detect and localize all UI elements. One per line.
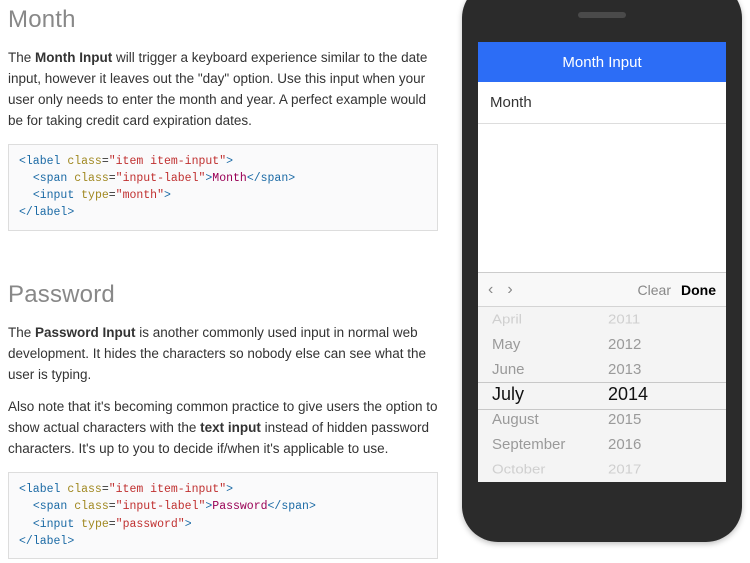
text: The bbox=[8, 50, 35, 65]
phone-screen: Month Input Month ‹ › Clear Done April M… bbox=[478, 42, 726, 482]
year-wheel[interactable]: 2011 2012 2013 2014 2015 2016 2017 bbox=[602, 307, 726, 482]
wheel-item: June bbox=[478, 357, 602, 382]
picker-panel: ‹ › Clear Done April May June July Augus… bbox=[478, 272, 726, 482]
wheel-item: May bbox=[478, 332, 602, 357]
bold-term: text input bbox=[200, 420, 261, 435]
wheel-item: 2017 bbox=[602, 459, 726, 480]
password-description-2: Also note that it's becoming common prac… bbox=[8, 397, 438, 460]
section-heading-password: Password bbox=[8, 281, 438, 309]
done-button[interactable]: Done bbox=[681, 282, 716, 298]
text: The bbox=[8, 325, 35, 340]
bold-term: Password Input bbox=[35, 325, 136, 340]
wheel-item-selected: July bbox=[478, 382, 602, 407]
month-wheel[interactable]: April May June July August September Oct… bbox=[478, 307, 602, 482]
password-description-1: The Password Input is another commonly u… bbox=[8, 323, 438, 386]
password-code-block: <label class="item item-input"> <span cl… bbox=[8, 472, 438, 559]
wheel-item: September bbox=[478, 432, 602, 457]
next-field-icon[interactable]: › bbox=[507, 282, 512, 298]
wheel-item: 2013 bbox=[602, 357, 726, 382]
month-description: The Month Input will trigger a keyboard … bbox=[8, 48, 438, 132]
month-input-row[interactable]: Month bbox=[478, 82, 726, 124]
picker-toolbar: ‹ › Clear Done bbox=[478, 273, 726, 307]
wheel-item: April bbox=[478, 309, 602, 330]
wheel-item: 2012 bbox=[602, 332, 726, 357]
section-heading-month: Month bbox=[8, 6, 438, 34]
wheel-item: 2016 bbox=[602, 432, 726, 457]
wheel-item: 2011 bbox=[602, 309, 726, 330]
month-code-block: <label class="item item-input"> <span cl… bbox=[8, 144, 438, 231]
wheel-item-selected: 2014 bbox=[602, 382, 726, 407]
bold-term: Month Input bbox=[35, 50, 112, 65]
app-title: Month Input bbox=[562, 54, 641, 71]
wheel-item: October bbox=[478, 459, 602, 480]
phone-speaker bbox=[578, 12, 626, 18]
input-label: Month bbox=[490, 94, 532, 111]
wheel-item: 2015 bbox=[602, 407, 726, 432]
clear-button[interactable]: Clear bbox=[638, 282, 671, 298]
phone-mockup: Month Input Month ‹ › Clear Done April M… bbox=[462, 0, 742, 542]
prev-field-icon[interactable]: ‹ bbox=[488, 282, 493, 298]
wheel-item: August bbox=[478, 407, 602, 432]
app-header: Month Input bbox=[478, 42, 726, 82]
